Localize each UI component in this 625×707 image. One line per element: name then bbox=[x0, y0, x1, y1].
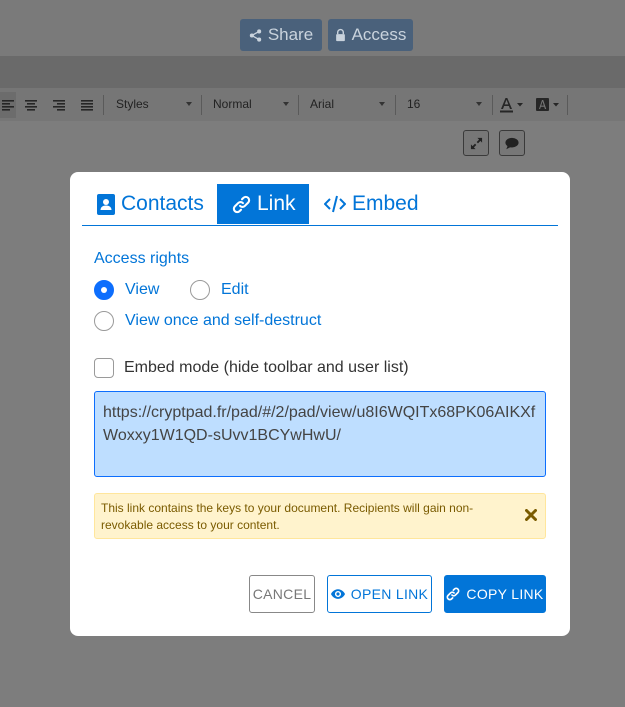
cancel-button[interactable]: CANCEL bbox=[249, 575, 315, 613]
fullscreen-button[interactable] bbox=[463, 130, 489, 156]
justify-icon bbox=[81, 99, 93, 111]
security-warning: This link contains the keys to your docu… bbox=[94, 493, 546, 539]
tab-contacts-label: Contacts bbox=[121, 192, 204, 215]
copy-link-label: COPY LINK bbox=[466, 586, 544, 602]
edit-radio-label[interactable]: Edit bbox=[221, 281, 249, 299]
embed-mode-label[interactable]: Embed mode (hide toolbar and user list) bbox=[124, 359, 409, 377]
share-label: Share bbox=[267, 25, 314, 44]
share-tabs: Contacts Link Embed bbox=[82, 184, 558, 226]
caret-down-icon bbox=[283, 102, 289, 106]
embed-mode-checkbox[interactable] bbox=[94, 358, 114, 378]
copy-link-button[interactable]: COPY LINK bbox=[444, 575, 546, 613]
tab-link[interactable]: Link bbox=[217, 184, 309, 224]
contacts-icon bbox=[97, 193, 115, 215]
access-rights-heading: Access rights bbox=[94, 250, 190, 267]
title-strip bbox=[0, 56, 625, 88]
open-link-button[interactable]: OPEN LINK bbox=[327, 575, 432, 613]
styles-value: Styles bbox=[116, 97, 149, 111]
align-right-button[interactable] bbox=[48, 92, 70, 118]
lock-icon bbox=[335, 28, 345, 42]
toolbar-divider bbox=[395, 95, 396, 115]
align-center-button[interactable] bbox=[20, 92, 42, 118]
caret-down-icon bbox=[476, 102, 482, 106]
view-radio-label[interactable]: View bbox=[125, 281, 159, 299]
eye-icon bbox=[330, 589, 345, 599]
background-color-button[interactable] bbox=[534, 92, 562, 118]
share-button[interactable]: Share bbox=[240, 19, 322, 51]
text-color-button[interactable] bbox=[498, 92, 526, 118]
access-button[interactable]: Access bbox=[328, 19, 413, 51]
link-icon bbox=[447, 587, 460, 601]
tab-contacts[interactable]: Contacts bbox=[82, 184, 217, 224]
format-dropdown[interactable]: Normal bbox=[205, 93, 295, 115]
tab-embed[interactable]: Embed bbox=[309, 184, 419, 224]
toolbar-divider bbox=[492, 95, 493, 115]
expand-icon bbox=[470, 137, 482, 149]
tab-link-label: Link bbox=[257, 192, 296, 215]
caret-down-icon bbox=[379, 102, 385, 106]
toolbar-divider bbox=[298, 95, 299, 115]
link-icon bbox=[232, 195, 251, 213]
font-size-value: 16 bbox=[407, 97, 421, 111]
view-once-radio[interactable] bbox=[94, 311, 114, 331]
access-label: Access bbox=[351, 25, 407, 44]
share-icon bbox=[249, 28, 261, 42]
view-radio[interactable] bbox=[94, 280, 114, 300]
align-right-icon bbox=[53, 99, 65, 111]
align-left-icon bbox=[2, 99, 14, 111]
share-link-field[interactable]: https://cryptpad.fr/pad/#/2/pad/view/u8I… bbox=[94, 391, 546, 477]
toolbar-divider bbox=[201, 95, 202, 115]
comment-icon bbox=[505, 137, 519, 149]
toolbar-divider bbox=[103, 95, 104, 115]
comments-button[interactable] bbox=[499, 130, 525, 156]
code-icon bbox=[324, 195, 346, 213]
open-link-label: OPEN LINK bbox=[350, 586, 429, 602]
close-icon bbox=[525, 509, 537, 521]
top-bar: Share Access bbox=[0, 0, 625, 56]
close-warning-button[interactable] bbox=[523, 507, 539, 523]
caret-down-icon bbox=[186, 102, 192, 106]
warning-text: This link contains the keys to your docu… bbox=[101, 501, 474, 532]
background-color-icon bbox=[536, 98, 559, 111]
text-color-icon bbox=[500, 98, 523, 113]
tab-embed-label: Embed bbox=[352, 192, 419, 215]
share-dialog: Contacts Link Embed Access rights View E… bbox=[70, 172, 570, 636]
view-once-radio-label[interactable]: View once and self-destruct bbox=[125, 312, 321, 330]
format-value: Normal bbox=[213, 97, 252, 111]
align-left-button[interactable] bbox=[0, 92, 16, 118]
styles-dropdown[interactable]: Styles bbox=[108, 93, 198, 115]
toolbar-divider bbox=[567, 95, 568, 115]
editor-toolbar: Styles Normal Arial 16 bbox=[0, 88, 625, 121]
align-center-icon bbox=[25, 99, 37, 111]
justify-button[interactable] bbox=[76, 92, 98, 118]
cancel-label: CANCEL bbox=[252, 586, 312, 602]
font-size-dropdown[interactable]: 16 bbox=[399, 93, 488, 115]
font-value: Arial bbox=[310, 97, 335, 111]
font-dropdown[interactable]: Arial bbox=[302, 93, 391, 115]
edit-radio[interactable] bbox=[190, 280, 210, 300]
